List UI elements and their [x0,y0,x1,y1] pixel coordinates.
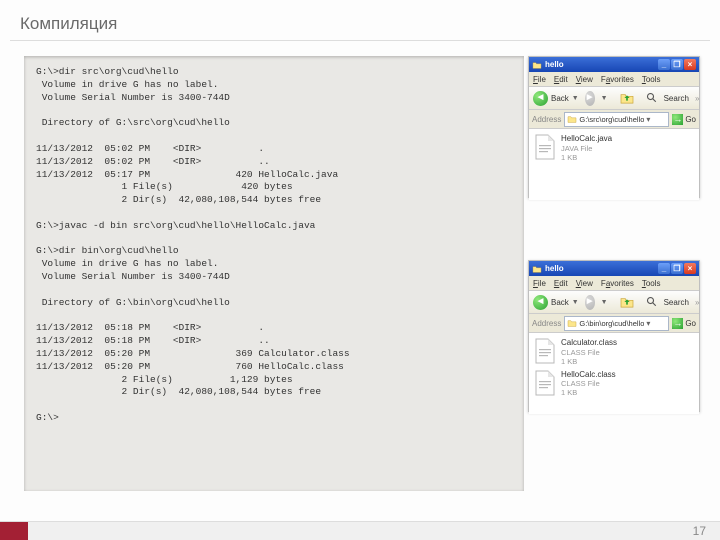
class-file-icon [534,370,556,396]
back-arrow-icon: ◄ [533,91,548,106]
close-button[interactable]: × [684,263,696,274]
file-type: CLASS File [561,348,617,357]
file-size: 1 KB [561,388,616,397]
menu-edit[interactable]: Edit [554,75,568,84]
folder-icon [567,115,577,123]
menu-file[interactable]: File [533,75,546,84]
dropdown-icon: ▾ [646,115,650,124]
menu-edit[interactable]: Edit [554,279,568,288]
menu-file[interactable]: File [533,279,546,288]
file-list: Calculator.class CLASS File 1 KB HelloCa… [529,333,699,414]
dropdown-icon: ▼ [572,299,579,306]
window-title: hello [545,60,658,69]
dropdown-icon: ▼ [601,95,608,102]
up-folder-icon[interactable] [620,92,634,104]
forward-button[interactable]: ► [585,295,595,310]
dropdown-icon: ▼ [572,95,579,102]
back-button[interactable]: ◄ Back ▼ [533,295,579,310]
class-file-icon [534,338,556,364]
maximize-button[interactable]: ❐ [671,263,683,274]
footer [0,521,720,540]
menu-favorites[interactable]: Favorites [601,279,634,288]
menu-tools[interactable]: Tools [642,279,661,288]
page-title: Компиляция [20,14,117,34]
chevron-icon: » [695,94,699,103]
file-type: CLASS File [561,379,616,388]
address-label: Address [532,115,561,124]
file-item[interactable]: HelloCalc.class CLASS File 1 KB [534,370,694,398]
go-label: Go [685,115,696,124]
go-button[interactable]: → Go [672,114,696,125]
chevron-icon: » [695,298,699,307]
java-file-icon [534,134,556,160]
dropdown-icon: ▼ [601,299,608,306]
file-name: HelloCalc.class [561,370,616,380]
dropdown-icon: ▾ [646,319,650,328]
menu-favorites[interactable]: Favorites [601,75,634,84]
file-name: HelloCalc.java [561,134,612,144]
window-titlebar[interactable]: hello _ ❐ × [529,261,699,276]
menu-bar: File Edit View Favorites Tools [529,276,699,291]
window-titlebar[interactable]: hello _ ❐ × [529,57,699,72]
address-field[interactable]: G:\bin\org\cud\hello ▾ [564,316,669,331]
terminal-output: G:\>dir src\org\cud\hello Volume in driv… [24,56,524,491]
address-bar: Address G:\src\org\cud\hello ▾ → Go [529,110,699,129]
up-folder-icon[interactable] [620,296,634,308]
file-size: 1 KB [561,153,612,162]
go-arrow-icon: → [672,318,683,329]
address-text: G:\bin\org\cud\hello [579,319,644,328]
footer-accent [0,522,28,540]
close-button[interactable]: × [684,59,696,70]
toolbar: ◄ Back ▼ ► ▼ Search » [529,291,699,314]
page-number: 17 [693,524,706,538]
minimize-button[interactable]: _ [658,59,670,70]
back-label: Back [551,94,569,103]
folder-icon [532,61,542,69]
file-name: Calculator.class [561,338,617,348]
menu-bar: File Edit View Favorites Tools [529,72,699,87]
go-button[interactable]: → Go [672,318,696,329]
back-button[interactable]: ◄ Back ▼ [533,91,579,106]
folder-icon [532,265,542,273]
explorer-window-bin: hello _ ❐ × File Edit View Favorites Too… [528,260,700,412]
search-icon[interactable] [646,92,658,104]
file-item[interactable]: HelloCalc.java JAVA File 1 KB [534,134,694,162]
address-text: G:\src\org\cud\hello [579,115,644,124]
file-item[interactable]: Calculator.class CLASS File 1 KB [534,338,694,366]
file-list: HelloCalc.java JAVA File 1 KB [529,129,699,200]
menu-view[interactable]: View [576,279,593,288]
go-arrow-icon: → [672,114,683,125]
address-field[interactable]: G:\src\org\cud\hello ▾ [564,112,669,127]
file-size: 1 KB [561,357,617,366]
address-label: Address [532,319,561,328]
menu-view[interactable]: View [576,75,593,84]
toolbar: ◄ Back ▼ ► ▼ Search » [529,87,699,110]
search-icon[interactable] [646,296,658,308]
search-label[interactable]: Search [664,298,689,307]
forward-button[interactable]: ► [585,91,595,106]
search-label[interactable]: Search [664,94,689,103]
menu-tools[interactable]: Tools [642,75,661,84]
back-arrow-icon: ◄ [533,295,548,310]
minimize-button[interactable]: _ [658,263,670,274]
back-label: Back [551,298,569,307]
folder-icon [567,319,577,327]
maximize-button[interactable]: ❐ [671,59,683,70]
address-bar: Address G:\bin\org\cud\hello ▾ → Go [529,314,699,333]
window-title: hello [545,264,658,273]
file-type: JAVA File [561,144,612,153]
title-divider [10,40,710,41]
explorer-window-src: hello _ ❐ × File Edit View Favorites Too… [528,56,700,198]
go-label: Go [685,319,696,328]
